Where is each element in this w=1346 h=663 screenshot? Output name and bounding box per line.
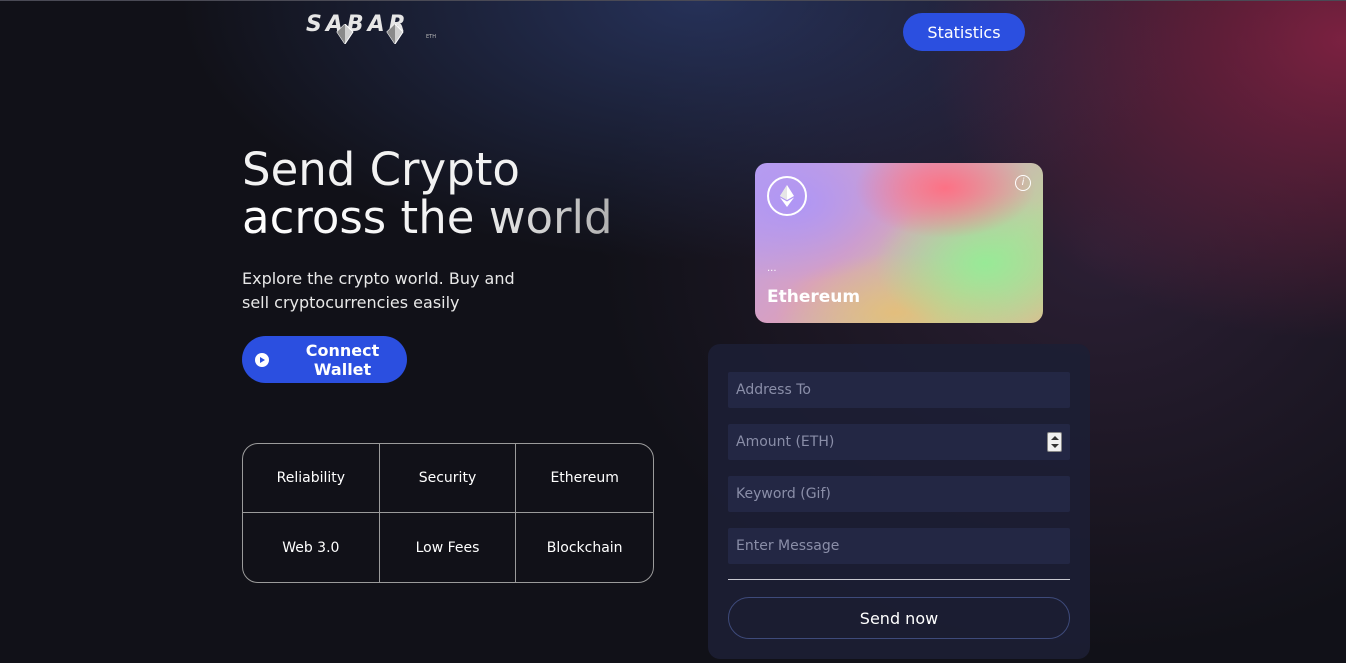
- message-input[interactable]: [728, 528, 1070, 564]
- logo-gem-icon: [336, 24, 354, 44]
- top-border: [0, 0, 1346, 1]
- ethereum-icon: [767, 176, 807, 216]
- card-network-name: Ethereum: [767, 287, 861, 307]
- play-circle-icon: [255, 352, 269, 367]
- features-grid: Reliability Security Ethereum Web 3.0 Lo…: [242, 443, 654, 583]
- hero-title: Send Crypto across the world: [242, 146, 662, 242]
- send-form: Send now: [708, 344, 1090, 659]
- feature-blockchain: Blockchain: [546, 539, 623, 556]
- feature-ethereum: Ethereum: [516, 444, 653, 513]
- hero-title-line2: across the world: [242, 194, 662, 242]
- ethereum-card: i ... Ethereum: [755, 163, 1043, 323]
- address-to-input[interactable]: [728, 372, 1070, 408]
- hero-subtitle: Explore the crypto world. Buy and sell c…: [242, 269, 515, 312]
- feature-security: Security: [379, 444, 517, 513]
- amount-stepper[interactable]: [1047, 432, 1062, 452]
- logo-subtext: ETH: [426, 34, 436, 40]
- send-now-button[interactable]: Send now: [728, 597, 1070, 639]
- feature-low-fees: Low Fees: [380, 513, 517, 582]
- logo-gem-icon: [386, 24, 404, 44]
- amount-input[interactable]: [728, 424, 1070, 460]
- statistics-button[interactable]: Statistics: [903, 13, 1025, 51]
- logo[interactable]: SABAR ETH: [306, 12, 436, 46]
- wallet-address: ...: [767, 263, 777, 274]
- keyword-input[interactable]: [728, 476, 1070, 512]
- connect-wallet-button[interactable]: Connect Wallet: [242, 336, 407, 383]
- connect-wallet-label: Connect Wallet: [305, 340, 380, 379]
- feature-web3: Web 3.0: [243, 513, 380, 582]
- hero-title-line1: Send Crypto: [242, 143, 520, 196]
- info-icon[interactable]: i: [1015, 175, 1031, 191]
- feature-reliability: Reliability: [243, 444, 380, 513]
- form-divider: [728, 579, 1070, 580]
